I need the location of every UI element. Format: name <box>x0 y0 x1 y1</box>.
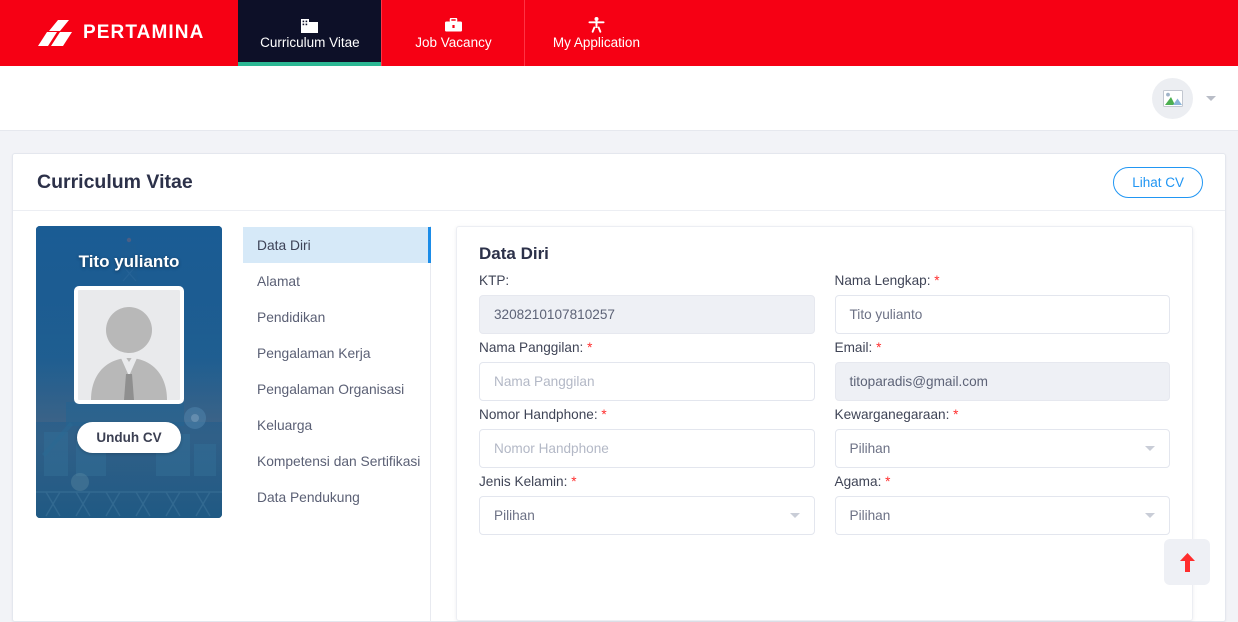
field-label: KTP: <box>479 273 815 288</box>
label-text: Nama Lengkap: <box>834 273 931 288</box>
required-asterisk: * <box>885 474 891 489</box>
profile-name: Tito yulianto <box>78 252 180 271</box>
required-asterisk: * <box>571 474 577 489</box>
select-value: Pilihan <box>849 441 891 456</box>
sidebar-item-label: Data Diri <box>257 237 311 253</box>
field-jenis-kelamin: Jenis Kelamin: * Pilihan <box>479 474 815 535</box>
sidebar-item-alamat[interactable]: Alamat <box>243 263 430 299</box>
profile-photo <box>74 286 184 404</box>
sidebar-item-pengalaman-kerja[interactable]: Pengalaman Kerja <box>243 335 430 371</box>
chevron-down-icon <box>1145 513 1155 518</box>
page-content: Curriculum Vitae Lihat CV Tito yulianto … <box>0 131 1238 622</box>
pertamina-arrow-icon <box>38 20 72 46</box>
field-label: Email: * <box>835 340 1171 355</box>
agama-select[interactable]: Pilihan <box>834 496 1170 535</box>
sidebar-item-data-pendukung[interactable]: Data Pendukung <box>243 479 430 515</box>
nama-panggilan-input[interactable]: Nama Panggilan <box>479 362 815 401</box>
brand-name: PERTAMINA <box>83 22 205 43</box>
card-body: Tito yulianto Unduh CV Data Diri Alamat … <box>13 211 1225 621</box>
nav-tab-label: Job Vacancy <box>415 35 492 51</box>
chevron-down-icon <box>1145 446 1155 451</box>
chevron-down-icon[interactable] <box>1206 95 1216 101</box>
sidebar-item-label: Data Pendukung <box>257 489 360 505</box>
sidebar-item-label: Pengalaman Kerja <box>257 345 371 361</box>
select-value: Pilihan <box>849 508 891 523</box>
field-ktp: KTP: 3208210107810257 <box>479 273 815 334</box>
broken-image-icon <box>1162 89 1183 107</box>
cv-section-menu: Data Diri Alamat Pendidikan Pengalaman K… <box>243 226 431 621</box>
field-label: Nama Lengkap: * <box>835 273 1171 288</box>
form-title: Data Diri <box>479 244 549 263</box>
field-label: Nama Panggilan: * <box>479 340 815 355</box>
briefcase-icon <box>444 16 462 33</box>
jenis-kelamin-select[interactable]: Pilihan <box>479 496 815 535</box>
label-text: Kewarganegaraan: <box>834 407 950 422</box>
nav-tab-job-vacancy[interactable]: Job Vacancy <box>381 0 524 66</box>
card-header: Curriculum Vitae Lihat CV <box>13 154 1225 211</box>
user-bar <box>0 66 1238 131</box>
nomor-handphone-input[interactable]: Nomor Handphone <box>479 429 815 468</box>
label-text: Nomor Handphone: <box>479 407 598 422</box>
sidebar-item-label: Keluarga <box>257 417 313 433</box>
pertamina-logo[interactable]: PERTAMINA <box>0 0 238 66</box>
person-icon <box>588 16 605 33</box>
arrow-up-icon <box>1179 552 1195 572</box>
sidebar-item-label: Alamat <box>257 273 300 289</box>
required-asterisk: * <box>876 340 882 355</box>
ktp-input: 3208210107810257 <box>479 295 815 334</box>
nav-tab-label: Curriculum Vitae <box>260 35 360 51</box>
nama-lengkap-input[interactable]: Tito yulianto <box>834 295 1170 334</box>
field-label: Agama: * <box>835 474 1171 489</box>
label-text: Jenis Kelamin: <box>479 474 568 489</box>
curriculum-vitae-card: Curriculum Vitae Lihat CV Tito yulianto … <box>12 153 1226 622</box>
unduh-cv-button[interactable]: Unduh CV <box>77 422 181 453</box>
nav-tab-curriculum-vitae[interactable]: Curriculum Vitae <box>238 0 382 66</box>
sidebar-item-kompetensi-dan-sertifikasi[interactable]: Kompetensi dan Sertifikasi <box>243 443 430 479</box>
field-label: Kewarganegaraan: * <box>835 407 1171 422</box>
profile-card: Tito yulianto Unduh CV <box>36 226 222 518</box>
label-text: Agama: <box>834 474 882 489</box>
field-email: Email: * titoparadis@gmail.com <box>834 340 1171 401</box>
field-nomor-handphone: Nomor Handphone: * Nomor Handphone <box>479 407 815 468</box>
sidebar-item-pengalaman-organisasi[interactable]: Pengalaman Organisasi <box>243 371 430 407</box>
required-asterisk: * <box>934 273 940 288</box>
avatar[interactable] <box>1152 77 1193 119</box>
top-navigation-bar: PERTAMINA Curriculum Vitae Job Vacancy M… <box>0 0 1238 66</box>
required-asterisk: * <box>953 407 959 422</box>
required-asterisk: * <box>587 340 593 355</box>
sidebar-item-label: Pengalaman Organisasi <box>257 381 405 397</box>
label-text: Nama Panggilan: <box>479 340 584 355</box>
sidebar-item-label: Kompetensi dan Sertifikasi <box>257 453 421 469</box>
select-value: Pilihan <box>494 508 535 523</box>
required-asterisk: * <box>601 407 607 422</box>
sidebar-item-data-diri[interactable]: Data Diri <box>243 227 431 263</box>
sidebar-item-pendidikan[interactable]: Pendidikan <box>243 299 430 335</box>
lihat-cv-button[interactable]: Lihat CV <box>1113 166 1203 198</box>
chevron-down-icon <box>789 513 800 518</box>
field-nama-lengkap: Nama Lengkap: * Tito yulianto <box>834 273 1171 334</box>
nav-tab-label: My Application <box>552 35 640 51</box>
form-grid: KTP: 3208210107810257 Nama Lengkap: * Ti… <box>479 273 1170 541</box>
kewarganegaraan-select[interactable]: Pilihan <box>834 429 1170 468</box>
field-kewarganegaraan: Kewarganegaraan: * Pilihan <box>834 407 1171 468</box>
data-diri-form-panel: Data Diri KTP: 3208210107810257 Nama Len… <box>456 226 1193 621</box>
field-label: Jenis Kelamin: * <box>479 474 815 489</box>
label-text: Email: <box>834 340 873 355</box>
nav-tab-my-application[interactable]: My Application <box>524 0 667 66</box>
field-agama: Agama: * Pilihan <box>834 474 1171 535</box>
building-icon <box>301 16 319 34</box>
field-label: Nomor Handphone: * <box>479 407 815 422</box>
page-title: Curriculum Vitae <box>37 170 193 193</box>
sidebar-item-keluarga[interactable]: Keluarga <box>243 407 430 443</box>
sidebar-item-label: Pendidikan <box>257 309 326 325</box>
field-nama-panggilan: Nama Panggilan: * Nama Panggilan <box>479 340 815 401</box>
email-input: titoparadis@gmail.com <box>834 362 1170 401</box>
scroll-to-top-button[interactable] <box>1164 539 1210 585</box>
person-silhouette-icon <box>91 307 167 400</box>
label-text: KTP: <box>479 273 510 288</box>
